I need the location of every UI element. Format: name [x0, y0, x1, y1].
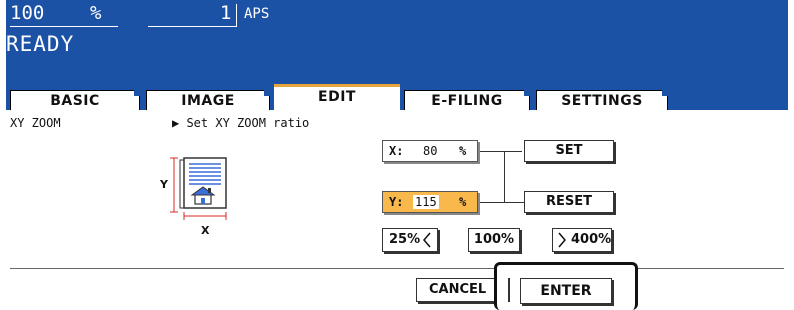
x-axis-label: X [201, 224, 210, 237]
machine-state: READY [6, 32, 75, 56]
preset-100-label: 100% [473, 232, 515, 247]
tab-edit-label: EDIT [318, 89, 356, 105]
connector-x [480, 151, 504, 152]
tab-bar: BASIC IMAGE EDIT E-FILING SETTINGS [6, 84, 788, 112]
instruction-text: ▶ Set XY ZOOM ratio [172, 116, 310, 130]
tab-fold [524, 90, 530, 96]
footer-divider [10, 268, 784, 269]
y-field-value: 115 [413, 195, 439, 209]
cancel-label: CANCEL [429, 282, 487, 297]
chevron-left-icon [423, 232, 431, 248]
reset-button[interactable]: RESET [524, 191, 614, 213]
preset-100-button[interactable]: 100% [468, 228, 520, 252]
tab-fold [134, 90, 140, 96]
tab-settings-label: SETTINGS [561, 93, 643, 109]
connector-vertical [504, 151, 505, 202]
section-title: XY ZOOM [10, 116, 61, 130]
x-field-value: 80 [423, 144, 438, 158]
chevron-right-icon [558, 232, 566, 248]
tab-e-filing[interactable]: E-FILING [404, 90, 530, 110]
x-field-unit: % [459, 144, 467, 158]
tab-fold [264, 90, 270, 96]
enter-button[interactable]: ENTER [520, 278, 612, 304]
preset-400-button[interactable]: 400% [552, 228, 612, 252]
preset-25-button[interactable]: 25% [382, 228, 438, 252]
paper-size: APS [244, 6, 270, 22]
connector-y [480, 202, 524, 203]
preset-400-label: 400% [571, 232, 612, 247]
copy-divider [236, 4, 237, 27]
y-ratio-field[interactable]: Y: 115 % [382, 191, 478, 213]
enter-label: ENTER [540, 283, 592, 299]
preset-25-label: 25% [389, 232, 421, 247]
x-field-label: X: [389, 144, 404, 158]
copy-count: 1 [220, 2, 232, 24]
y-field-unit: % [459, 195, 467, 209]
tab-settings[interactable]: SETTINGS [536, 90, 668, 110]
y-field-label: Y: [389, 195, 404, 209]
status-bar: 100 % 1 APS READY BASIC IMAGE EDIT E-FIL… [6, 0, 788, 112]
set-button[interactable]: SET [524, 140, 614, 162]
tab-image[interactable]: IMAGE [146, 90, 270, 110]
zoom-value: 100 [10, 2, 45, 24]
copy-underline [148, 26, 236, 27]
zoom-underline [10, 26, 118, 27]
zoom-unit: % [90, 2, 102, 24]
tab-basic-label: BASIC [50, 93, 100, 109]
set-label: SET [555, 143, 583, 158]
x-ratio-field[interactable]: X: 80 % [382, 140, 478, 162]
tab-edit[interactable]: EDIT [274, 84, 400, 112]
copier-screen: 100 % 1 APS READY BASIC IMAGE EDIT E-FIL… [6, 0, 788, 310]
y-axis-label: Y [160, 178, 168, 191]
tab-image-label: IMAGE [181, 93, 235, 109]
tab-fold [662, 90, 668, 96]
enter-separator [508, 278, 510, 302]
connector-set [504, 151, 522, 152]
tab-e-filing-label: E-FILING [431, 93, 503, 109]
reset-label: RESET [545, 194, 592, 209]
xy-zoom-diagram: Y X [156, 150, 246, 240]
tab-basic[interactable]: BASIC [10, 90, 140, 110]
